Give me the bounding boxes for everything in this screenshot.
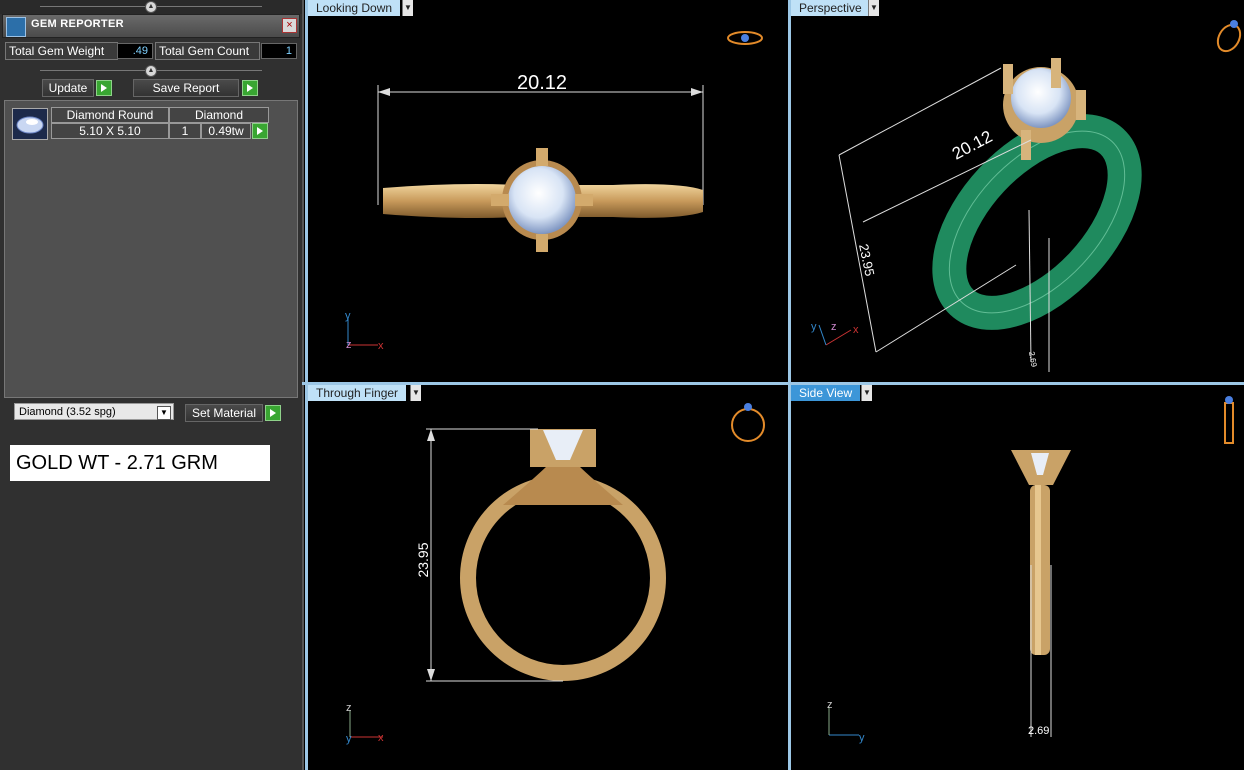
chevron-down-icon[interactable]: ▼ (868, 0, 879, 16)
close-icon[interactable]: × (282, 18, 297, 33)
viewport-looking-down[interactable]: Looking Down ▼ 20.12 y z x (308, 0, 788, 382)
svg-text:x: x (378, 340, 384, 352)
gem-weight-cell: 0.49tw (201, 123, 251, 139)
totals-row: Total Gem Weight .49 Total Gem Count 1 (4, 42, 298, 62)
orientation-ring-icon (727, 31, 763, 45)
svg-text:z: z (346, 702, 352, 714)
viewport-side-view[interactable]: Side View ▼ 2.69 z y (791, 385, 1244, 770)
viewport-through-finger[interactable]: Through Finger ▼ 23.95 z y x (308, 385, 788, 770)
looking-down-render: 20.12 y z x (345, 31, 763, 352)
save-report-play-icon[interactable] (242, 80, 258, 96)
looking-down-dimension: 20.12 (517, 72, 567, 94)
svg-text:y: y (345, 310, 351, 322)
viewport-perspective[interactable]: Perspective ▼ 20.12 23.95 2.69 y z x (791, 0, 1244, 382)
chevron-down-icon[interactable]: ▼ (157, 406, 171, 420)
viewport-tab-looking-down[interactable]: Looking Down (308, 0, 401, 16)
perspective-height-dimension: 23.95 (856, 243, 877, 278)
update-button[interactable]: Update (42, 79, 94, 97)
through-finger-render: 23.95 z y x (346, 403, 765, 745)
svg-text:z: z (831, 321, 837, 333)
svg-text:x: x (378, 732, 384, 744)
gem-size-cell: 5.10 X 5.10 (51, 123, 169, 139)
svg-text:y: y (811, 321, 817, 333)
material-select-value: Diamond (3.52 spg) (19, 406, 116, 418)
diamond-gem-icon (12, 108, 48, 140)
total-gem-weight-label: Total Gem Weight (5, 42, 118, 60)
set-material-play-icon[interactable] (265, 405, 281, 421)
viewport-tab-perspective[interactable]: Perspective (791, 0, 870, 16)
perspective-render: 20.12 23.95 2.69 y z x (811, 20, 1242, 372)
update-play-icon[interactable] (96, 80, 112, 96)
gem-material-cell: Diamond (169, 107, 269, 123)
orientation-ring-icon (1224, 396, 1234, 444)
panel-top-splitter[interactable]: ▲ (0, 0, 302, 14)
axis-gizmo: y z x (811, 321, 859, 346)
gem-count-cell: 1 (169, 123, 201, 139)
axis-gizmo: z y x (346, 702, 384, 745)
viewport-tab-through-finger[interactable]: Through Finger (308, 385, 407, 401)
perspective-thickness-dimension: 2.69 (1027, 351, 1039, 368)
total-gem-count-value: 1 (261, 43, 297, 59)
gem-reporter-panel: ▲ GEM REPORTER × Total Gem Weight .49 To… (0, 0, 304, 770)
save-report-button[interactable]: Save Report (133, 79, 239, 97)
mid-splitter-knob-icon[interactable]: ▲ (145, 65, 157, 77)
orientation-ring-icon (1216, 20, 1242, 53)
total-gem-count-label: Total Gem Count (155, 42, 260, 60)
gem-shape-cell: Diamond Round (51, 107, 169, 123)
axis-gizmo: z y (827, 699, 865, 744)
gem-reporter-app-icon (6, 17, 26, 37)
svg-text:y: y (346, 733, 352, 745)
set-material-button[interactable]: Set Material (185, 404, 263, 422)
chevron-down-icon[interactable]: ▼ (410, 385, 421, 401)
gem-list: Diamond Round Diamond 5.10 X 5.10 1 0.49… (4, 100, 298, 398)
svg-text:z: z (827, 699, 833, 711)
through-finger-dimension: 23.95 (415, 542, 431, 577)
orientation-ring-icon (731, 403, 765, 442)
side-view-dimension: 2.69 (1028, 725, 1049, 737)
side-view-render: 2.69 z y (827, 396, 1234, 744)
panel-title-bar: GEM REPORTER × (2, 14, 300, 38)
axis-gizmo: y z x (345, 310, 384, 352)
gold-weight-label: GOLD WT - 2.71 GRM (10, 445, 270, 481)
svg-text:y: y (859, 732, 865, 744)
panel-title: GEM REPORTER (31, 18, 124, 30)
viewport-tab-side-view[interactable]: Side View (791, 385, 861, 401)
splitter-knob-icon[interactable]: ▲ (145, 1, 157, 13)
gem-row-play-icon[interactable] (252, 123, 268, 139)
svg-text:x: x (853, 324, 859, 336)
total-gem-weight-value: .49 (117, 43, 153, 59)
chevron-down-icon[interactable]: ▼ (861, 385, 872, 401)
material-select[interactable]: Diamond (3.52 spg) ▼ (14, 403, 174, 420)
perspective-width-dimension: 20.12 (949, 127, 995, 164)
svg-text:z: z (346, 339, 352, 351)
chevron-down-icon[interactable]: ▼ (402, 0, 413, 16)
